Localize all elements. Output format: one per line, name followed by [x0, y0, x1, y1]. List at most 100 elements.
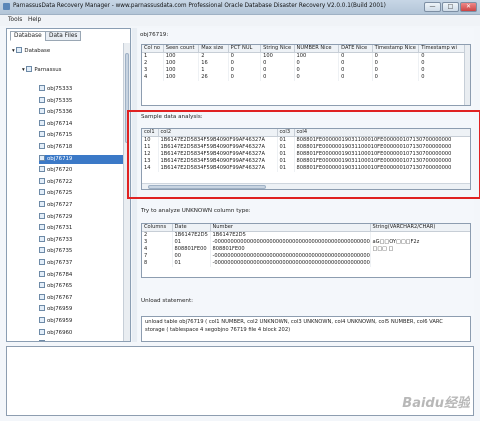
tree-item-label: obj75333 — [47, 86, 73, 92]
tree-item-label: obj76767 — [47, 294, 73, 301]
tab-database[interactable]: Database — [10, 31, 46, 41]
table-row[interactable]: 3 100 1 0 0 0 0 0 0 — [142, 67, 470, 74]
tree-item-obj76784[interactable]: obj76784 — [39, 270, 123, 280]
tree-item-obj76718[interactable]: obj76718 — [39, 143, 123, 152]
table-row[interactable]: 11 1B6147E2D5834F59B4090F99AF46327A 01 8088… — [142, 144, 470, 151]
table-cell: 0 — [228, 74, 262, 81]
table-row[interactable]: 4 100 26 0 0 0 0 0 0 — [142, 74, 470, 81]
scroll-thumb[interactable] — [125, 53, 129, 143]
tree-item-obj76729[interactable]: obj76729 — [39, 212, 123, 222]
tree-item-label: obj76722 — [47, 178, 73, 185]
tree-item-label: obj76959 — [47, 306, 73, 313]
tree-scrollbar[interactable] — [123, 43, 130, 341]
tree-item-obj76765[interactable]: obj76765 — [39, 282, 123, 291]
table-row[interactable]: 4 808801FE00 808801FE00 □□□ □ — [142, 246, 470, 253]
tree-item-obj76737[interactable]: obj76737 — [39, 259, 123, 268]
column-header[interactable]: String Nice — [260, 45, 295, 53]
tree-item-obj76725[interactable]: obj76725 — [39, 189, 123, 198]
column-header[interactable]: Max size — [198, 45, 229, 53]
table-cell: 0 — [372, 74, 420, 81]
column-header[interactable]: col4 — [294, 129, 470, 137]
tree-root-database[interactable]: ▾ Database — [12, 47, 50, 56]
tree-item-obj76767[interactable]: obj76767 — [39, 293, 123, 303]
table-cell: 7 — [142, 253, 173, 260]
table-row[interactable]: 8 01 -000000000000000000000000000000000000… — [142, 260, 470, 267]
tree-item-obj76715[interactable]: obj76715 — [39, 131, 123, 140]
column-header[interactable]: String(VARCHAR2/CHAR) — [370, 224, 470, 232]
table-icon — [39, 247, 45, 254]
column-header[interactable]: Col no — [142, 45, 164, 53]
minimize-button[interactable]: — — [424, 2, 441, 12]
table-cell: 100 — [163, 67, 200, 74]
tree-schema-parnassus[interactable]: ▾ Parnassus — [22, 66, 61, 75]
tab-data-files[interactable]: Data Files — [45, 31, 82, 41]
column-header[interactable]: Columns — [142, 224, 173, 232]
tree-item-obj76714[interactable]: obj76714 — [39, 119, 123, 129]
tree-item-label: obj76718 — [47, 144, 73, 150]
tree-item-obj76961[interactable]: obj76961 — [39, 340, 123, 341]
panel-splitter[interactable] — [132, 28, 137, 342]
sample-label: Sample data analysis: — [141, 114, 203, 120]
column-header[interactable]: Timestamp wi — [418, 45, 470, 53]
table-icon — [39, 282, 45, 289]
table-cell: 01 — [277, 144, 295, 151]
column-header[interactable]: PCT NUL — [228, 45, 262, 53]
column-header[interactable]: Timestamp Nice — [372, 45, 420, 53]
tree-item-label: obj76959 — [47, 318, 73, 324]
tree-item-obj76735[interactable]: obj76735 — [39, 247, 123, 256]
tree-item-obj75333[interactable]: obj75333 — [39, 85, 123, 94]
column-header[interactable]: Seen count — [163, 45, 200, 53]
table-row[interactable]: 14 1B6147E2D5834F59B4090F99AF46327A 01 8088… — [142, 165, 470, 172]
table-row[interactable]: 13 1B6147E2D5834F59B4090F99AF46327A 01 8088… — [142, 158, 470, 165]
unknown-table: Columns Date Number String(VARCHAR2/CHAR) 2 1… — [141, 223, 471, 278]
table-cell: 1B6147E2D5834F59B4090F99AF46327A — [158, 144, 278, 151]
column-header[interactable]: Date — [172, 224, 211, 232]
close-button[interactable]: ✕ — [460, 2, 477, 12]
tree-item-obj75335[interactable]: obj75335 — [39, 96, 123, 106]
table-row[interactable]: 7 00 -000000000000000000000000000000000000… — [142, 253, 470, 260]
unknown-label: Try to analyze UNKNOWN column type: — [141, 208, 251, 214]
tree-item-obj76959[interactable]: obj76959 — [39, 305, 123, 314]
table-row[interactable]: 3 01 -000000000000000000000000000000000000… — [142, 239, 470, 246]
table-row[interactable]: 2 100 16 0 0 0 0 0 0 — [142, 60, 470, 67]
table-cell: 0 — [228, 60, 262, 67]
object-tree: ▾ Database ▾ Parnassus obj75333 obj75335 o… — [9, 43, 125, 341]
column-header[interactable]: col2 — [158, 129, 278, 137]
column-header[interactable]: col1 — [142, 129, 159, 137]
scroll-thumb[interactable] — [148, 185, 266, 189]
table-row[interactable]: 1 100 2 0 100 100 0 0 0 — [142, 52, 470, 60]
tree-item-obj76960[interactable]: obj76960 — [39, 328, 123, 338]
table-row[interactable]: 2 1B6147E2D5 1B6147E2D5 — [142, 231, 470, 239]
column-header[interactable]: NUMBER Nice — [294, 45, 340, 53]
tree-item-obj76722[interactable]: obj76722 — [39, 177, 123, 187]
columns-table-scrollbar[interactable] — [464, 45, 470, 105]
table-row[interactable]: 10 1B6147E2D5834F59B4090F99AF46327A 01 8088… — [142, 136, 470, 144]
menu-tools[interactable]: Tools — [8, 17, 22, 23]
sample-hscrollbar[interactable] — [142, 183, 470, 189]
menu-help[interactable]: Help — [28, 17, 41, 23]
tree-item-obj76733[interactable]: obj76733 — [39, 235, 123, 245]
column-header[interactable]: col3 — [277, 129, 295, 137]
tree-item-obj76727[interactable]: obj76727 — [39, 201, 123, 210]
table-cell: 2 — [198, 52, 229, 60]
table-cell: 808801FE00000019031100010FE0000001071307… — [294, 158, 470, 165]
unload-statement-box[interactable]: unload table obj76719 ( col1 NUMBER, col… — [141, 316, 471, 342]
table-cell: 16 — [198, 60, 229, 67]
tree-item-obj76720[interactable]: obj76720 — [39, 166, 123, 175]
sample-table: col1 col2 col3 col4 10 1B6147E2D5834F59B4090F… — [141, 128, 471, 190]
table-icon — [39, 166, 45, 173]
table-cell: 0 — [338, 67, 373, 74]
tree-item-obj76959[interactable]: obj76959 — [39, 317, 123, 326]
column-header[interactable]: DATE Nice — [338, 45, 373, 53]
tree-item-obj76719[interactable]: obj76719 — [39, 154, 123, 164]
maximize-button[interactable]: □ — [442, 2, 459, 12]
tree-item-obj76731[interactable]: obj76731 — [39, 224, 123, 233]
table-cell: 0 — [294, 60, 340, 67]
table-row[interactable]: 12 1B6147E2D5834F59B4090F99AF46327A 01 8088… — [142, 151, 470, 158]
column-header[interactable]: Number — [210, 224, 371, 232]
tree-item-label: obj76733 — [47, 236, 73, 243]
tree-item-obj75336[interactable]: obj75336 — [39, 108, 123, 117]
table-cell: 808801FE00000019031100010FE0000001071307… — [294, 144, 470, 151]
right-panel: obj76719: Col no Seen count Max size PCT NU… — [138, 28, 474, 342]
table-icon — [39, 177, 45, 184]
